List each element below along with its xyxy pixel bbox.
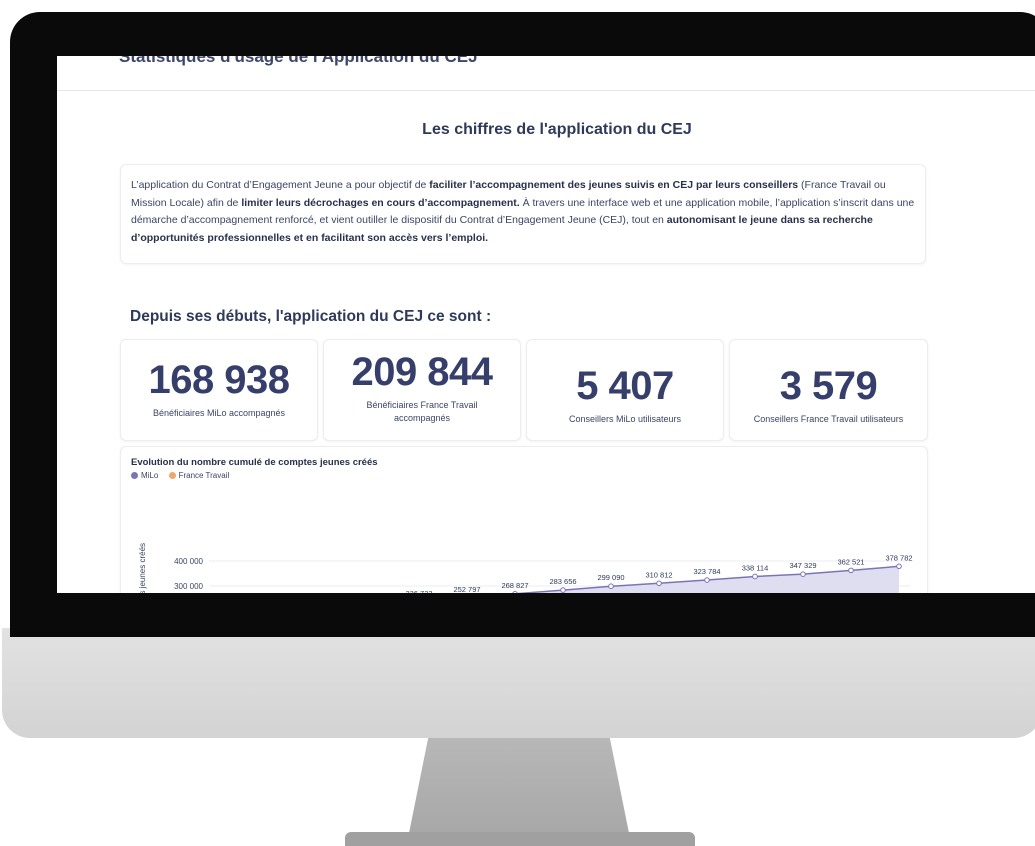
data-label-milo: 226 849 [357, 591, 384, 593]
kpi-value: 168 938 [148, 358, 290, 402]
kpi-card-milo-conseillers: 5 407 Conseillers MiLo utilisateurs [526, 339, 724, 441]
point-milo [512, 590, 518, 593]
data-label-milo: 236 723 [405, 589, 432, 593]
intro-text-1: L’application du Contrat d’Engagement Je… [131, 179, 430, 191]
kpi-card-ft-beneficiaires: 209 844 Bénéficiaires France Travail acc… [323, 339, 521, 441]
data-label-milo: 283 656 [549, 577, 576, 586]
point-milo [704, 577, 710, 583]
kpi-card-ft-conseillers: 3 579 Conseillers France Travail utilisa… [729, 339, 928, 441]
page-header: Statistiques d'usage de l'Application du… [57, 56, 1035, 91]
kpi-value: 5 407 [576, 364, 674, 408]
monitor-base [345, 832, 695, 846]
kpi-label: Bénéficiaires France Travail accompagnés [366, 400, 478, 423]
y-tick-label: 400 000 [174, 557, 203, 566]
kpi-value: 209 844 [351, 350, 493, 394]
data-label-milo: 378 782 [885, 553, 912, 562]
point-milo [608, 583, 614, 590]
monitor-stand [408, 728, 630, 838]
intro-card: L’application du Contrat d’Engagement Je… [120, 164, 926, 264]
monitor-chin [2, 628, 1035, 738]
y-tick-label: 300 000 [174, 582, 203, 591]
data-label-milo: 362 521 [837, 557, 864, 566]
point-milo [896, 563, 902, 570]
intro-bold-2: limiter leurs décrochages en cours d’acc… [241, 196, 520, 209]
data-label-milo: 323 784 [693, 567, 720, 576]
kpi-label: Conseillers France Travail utilisateurs [753, 414, 904, 424]
page-title: Statistiques d'usage de l'Application du… [119, 56, 478, 66]
data-label-milo: 347 329 [789, 561, 816, 570]
since-title: Depuis ses débuts, l'application du CEJ … [130, 308, 492, 325]
point-milo [656, 580, 662, 587]
kpi-card-milo-beneficiaires: 168 938 Bénéficiaires MiLo accompagnés [120, 339, 318, 441]
point-milo [848, 567, 854, 574]
y-axis-label: Total de comptes jeunes créés [138, 543, 147, 593]
data-label-milo: 310 812 [645, 570, 672, 579]
point-milo [800, 571, 806, 577]
intro-bold-1: faciliter l’accompagnement des jeunes su… [429, 179, 799, 191]
kpi-label: Bénéficiaires MiLo accompagnés [152, 408, 286, 418]
section-title: Les chiffres de l'application du CEJ [422, 121, 692, 138]
chart-card: Evolution du nombre cumulé de comptes je… [120, 446, 928, 593]
accounts-area-chart: 400 000300 000200 000100 000Total de com… [138, 543, 913, 593]
kpi-label: Conseillers MiLo utilisateurs [568, 414, 682, 424]
monitor-screen: Statistiques d'usage de l'Application du… [57, 56, 1035, 593]
data-label-milo: 252 797 [453, 585, 480, 593]
kpi-value: 3 579 [779, 364, 878, 408]
page-content: Les chiffres de l'application du CEJ L’a… [57, 91, 1035, 593]
point-milo [752, 573, 758, 580]
data-label-milo: 268 827 [501, 581, 528, 590]
data-label-milo: 299 090 [597, 573, 624, 582]
data-label-milo: 338 114 [742, 563, 769, 572]
point-milo [560, 587, 566, 593]
